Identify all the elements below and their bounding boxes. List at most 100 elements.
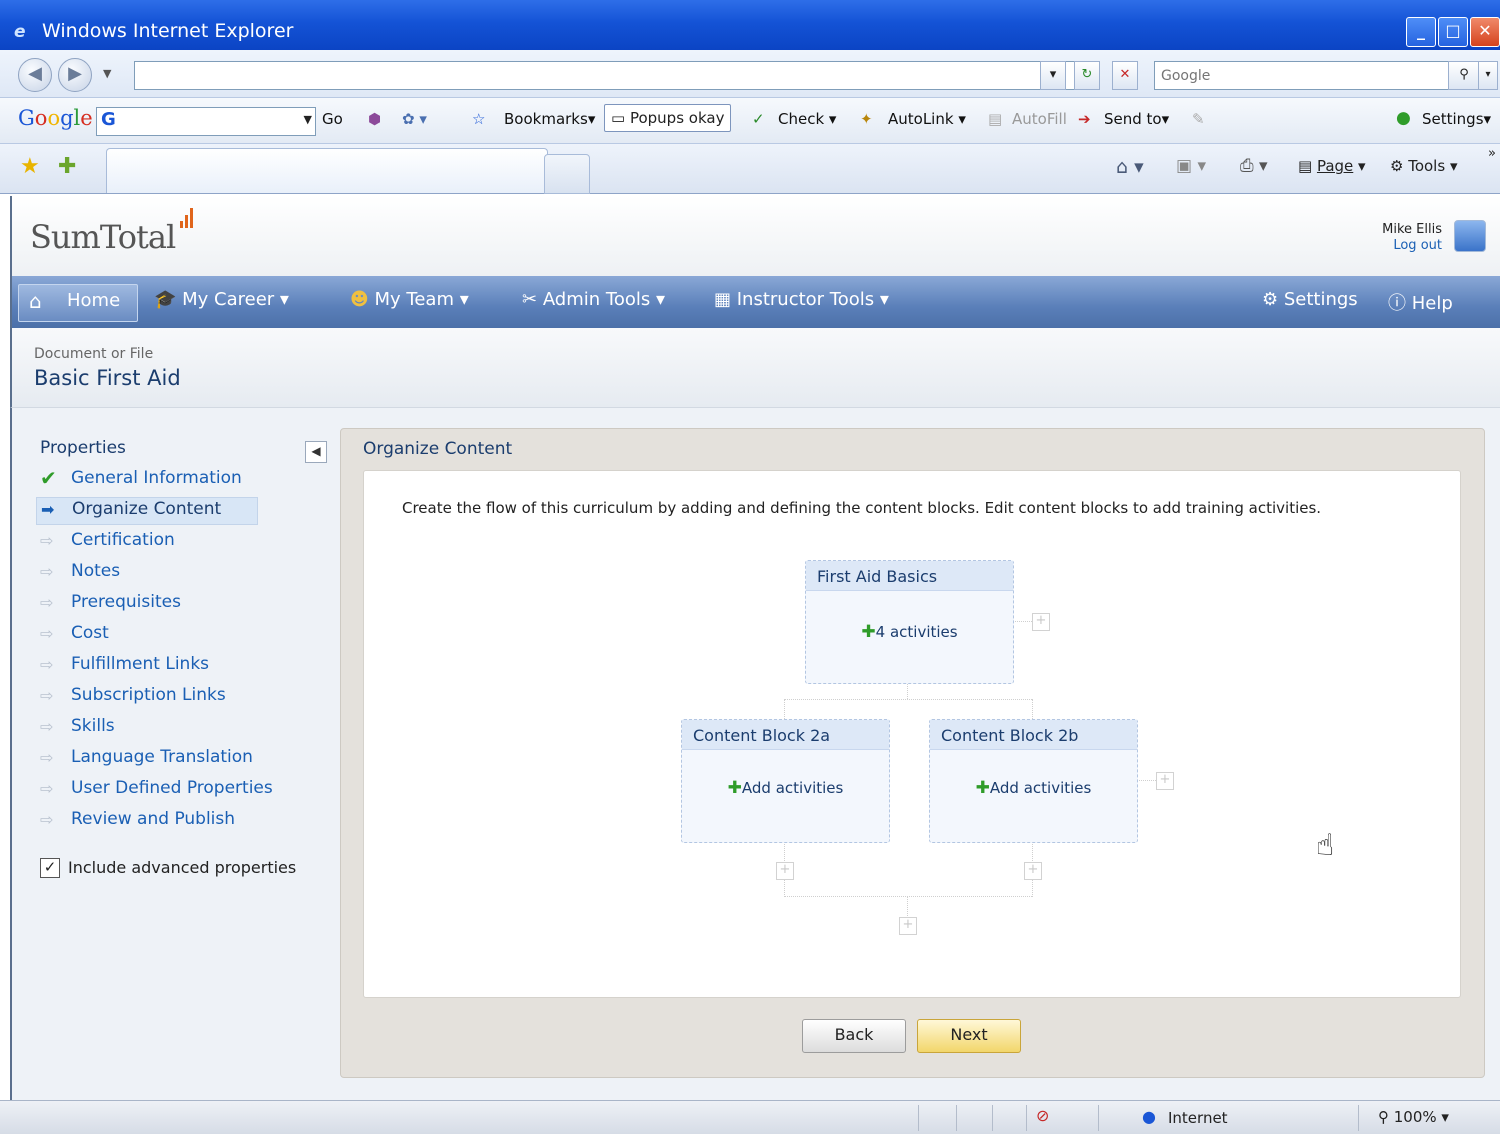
content-block-activities-label: 4 activities [875, 623, 958, 641]
sidebar-item-label: Skills [71, 716, 115, 736]
recent-pages-dropdown-icon[interactable]: ▼ [103, 67, 111, 80]
browser-tab[interactable] [106, 148, 548, 193]
nav-settings[interactable]: ⚙ Settings [1262, 289, 1358, 310]
arrow-right-outline-icon: ⇨ [40, 624, 54, 643]
page-menu-label: Page [1316, 157, 1354, 175]
sidebar-item-user-defined-properties[interactable]: ⇨ User Defined Properties [36, 777, 273, 803]
google-search-input[interactable]: G ▼ [96, 107, 316, 136]
connector-line [1136, 780, 1156, 781]
close-button[interactable]: ✕ [1470, 17, 1500, 47]
stop-icon[interactable]: ✕ [1112, 61, 1138, 90]
google-logo: Google [18, 106, 93, 130]
sidebar-item-skills[interactable]: ⇨ Skills [36, 715, 266, 741]
arrow-right-outline-icon: ⇨ [40, 593, 54, 612]
favorites-star-icon[interactable]: ★ [20, 154, 40, 179]
autolink-label: AutoLink [888, 110, 954, 128]
window-title: Windows Internet Explorer [42, 20, 294, 42]
advanced-properties-label: Include advanced properties [68, 858, 297, 877]
extras-icon[interactable]: ✿ ▾ [402, 110, 427, 128]
sidebar-item-language-translation[interactable]: ⇨ Language Translation [36, 746, 266, 772]
connector-line [784, 699, 785, 719]
sidebar-item-subscription-links[interactable]: ⇨ Subscription Links [36, 684, 266, 710]
add-next-block-button[interactable]: + [899, 917, 917, 935]
sidebar-item-notes[interactable]: ⇨ Notes [36, 560, 266, 586]
check-button[interactable]: Check ▾ [778, 110, 836, 128]
feeds-icon[interactable]: ▣ ▾ [1176, 156, 1206, 176]
next-button[interactable]: Next [917, 1019, 1021, 1053]
sidebar-item-general-information[interactable]: ✔ General Information [36, 466, 266, 493]
print-icon[interactable]: ⎙ ▾ [1240, 156, 1268, 176]
sidebar-item-fulfillment-links[interactable]: ⇨ Fulfillment Links [36, 653, 266, 679]
nav-instructor-tools[interactable]: ▦ Instructor Tools ▾ [714, 289, 889, 310]
status-divider [1026, 1105, 1027, 1131]
add-sequential-block-button[interactable]: + [1024, 862, 1042, 880]
search-input[interactable] [1154, 61, 1456, 90]
add-parallel-block-button[interactable]: + [1032, 613, 1050, 631]
toolbar-settings-button[interactable]: Settings▾ [1422, 110, 1491, 128]
sidebar-item-organize-content[interactable]: ➡ Organize Content [36, 497, 258, 525]
sidebar-item-review-and-publish[interactable]: ⇨ Review and Publish [36, 808, 266, 834]
page-type: Document or File [34, 346, 154, 362]
google-go-button[interactable]: Go [322, 110, 343, 128]
nav-help[interactable]: ⓘ Help [1388, 289, 1453, 315]
highlighter-icon[interactable]: ✎ [1192, 110, 1205, 128]
nav-my-team[interactable]: ☻ My Team ▾ [350, 289, 469, 310]
advanced-properties-checkbox[interactable]: ✓ [40, 858, 60, 878]
pagerank-icon[interactable]: ⬢ [368, 110, 381, 128]
main-nav: ⌂ Home 🎓 My Career ▾ ☻ My Team ▾ ✂ Admin… [10, 276, 1500, 328]
nav-home[interactable]: ⌂ Home [18, 284, 138, 322]
home-icon[interactable]: ⌂ ▾ [1116, 156, 1144, 178]
back-nav-button[interactable]: ◀ [18, 58, 52, 92]
address-input[interactable] [134, 61, 1078, 90]
zoom-control[interactable]: ⚲ 100% ▾ [1378, 1108, 1449, 1126]
connector-line [784, 699, 1032, 700]
avatar[interactable] [1454, 220, 1486, 252]
nav-instructor-tools-label: Instructor Tools [736, 289, 875, 310]
sidebar-item-certification[interactable]: ⇨ Certification [36, 529, 266, 555]
settings-gear-icon: ⚙ [1262, 289, 1284, 310]
autofill-button[interactable]: AutoFill [1012, 110, 1067, 128]
google-search-dropdown-icon[interactable]: ▼ [304, 113, 312, 126]
chevron-more-icon[interactable]: » [1488, 146, 1496, 161]
add-favorites-icon[interactable]: ✚ [58, 154, 76, 179]
address-dropdown-icon[interactable]: ▾ [1040, 61, 1066, 90]
collapse-sidebar-button[interactable]: ◀ [305, 441, 327, 463]
app-logo[interactable]: SumTotal [30, 218, 176, 256]
content-block-2b[interactable]: Content Block 2b ✚Add activities [929, 719, 1138, 843]
content-block-title: Content Block 2b [930, 720, 1137, 750]
forward-nav-button[interactable]: ▶ [58, 58, 92, 92]
search-icon[interactable]: ⚲ [1448, 61, 1480, 90]
ie-logo-icon: e [14, 22, 26, 42]
tools-menu[interactable]: ⚙ Tools ▾ [1390, 157, 1457, 175]
sidebar-item-prerequisites[interactable]: ⇨ Prerequisites [36, 591, 266, 617]
refresh-icon[interactable]: ↻ [1074, 61, 1100, 90]
new-tab-button[interactable] [544, 154, 590, 194]
sidebar-item-cost[interactable]: ⇨ Cost [36, 622, 266, 648]
arrow-right-outline-icon: ⇨ [40, 748, 54, 767]
content-block-title: First Aid Basics [806, 561, 1013, 591]
logout-link[interactable]: Log out [1393, 238, 1442, 253]
status-divider [1358, 1105, 1359, 1131]
back-button[interactable]: Back [802, 1019, 906, 1053]
content-block-activities-link[interactable]: ✚4 activities [806, 622, 1013, 642]
content-block-first-aid-basics[interactable]: First Aid Basics ✚4 activities [805, 560, 1014, 684]
maximize-button[interactable]: □ [1438, 17, 1468, 47]
add-parallel-block-button[interactable]: + [1156, 772, 1174, 790]
nav-my-career[interactable]: 🎓 My Career ▾ [154, 289, 289, 310]
add-sequential-block-button[interactable]: + [776, 862, 794, 880]
settings-status-icon: ● [1396, 108, 1411, 128]
search-options-icon[interactable]: ▾ [1478, 61, 1498, 90]
page-menu[interactable]: ▤ Page ▾ [1298, 157, 1366, 175]
nav-admin-tools[interactable]: ✂ Admin Tools ▾ [522, 289, 665, 310]
privacy-icon[interactable]: ⊘ [1036, 1106, 1049, 1125]
content-block-add-activities-link[interactable]: ✚Add activities [930, 778, 1137, 798]
content-block-2a[interactable]: Content Block 2a ✚Add activities [681, 719, 890, 843]
popups-button[interactable]: ▭ Popups okay [604, 104, 732, 132]
user-name: Mike Ellis [1382, 222, 1442, 237]
arrow-right-outline-icon: ⇨ [40, 717, 54, 736]
sendto-button[interactable]: Send to▾ [1104, 110, 1169, 128]
autolink-button[interactable]: AutoLink ▾ [888, 110, 966, 128]
bookmarks-button[interactable]: Bookmarks▾ [504, 110, 595, 128]
minimize-button[interactable]: _ [1406, 17, 1436, 47]
content-block-add-activities-link[interactable]: ✚Add activities [682, 778, 889, 798]
